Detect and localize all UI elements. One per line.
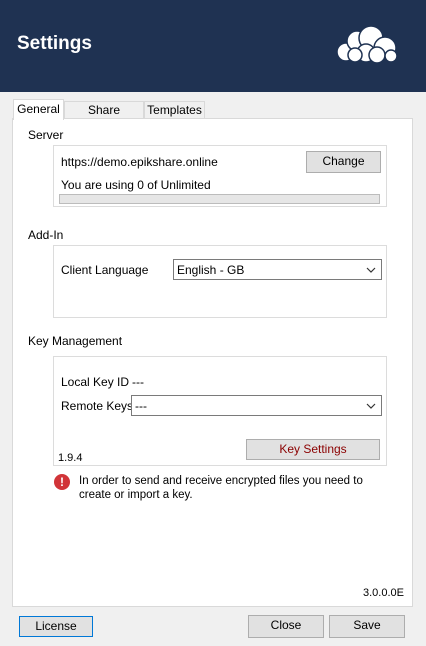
server-url: https://demo.epikshare.online — [61, 155, 218, 169]
error-icon: ! — [54, 474, 70, 490]
encryption-warning-text: In order to send and receive encrypted f… — [79, 475, 363, 501]
local-key-id-value: --- — [132, 375, 144, 389]
close-button[interactable]: Close — [248, 615, 324, 638]
client-language-label: Client Language — [61, 263, 149, 277]
license-button[interactable]: License — [19, 616, 93, 637]
client-language-value: English - GB — [177, 263, 245, 277]
chevron-down-icon — [366, 403, 376, 409]
key-settings-button[interactable]: Key Settings — [246, 439, 380, 460]
header-banner: Settings — [0, 0, 426, 92]
key-version-text: 1.9.4 — [58, 452, 83, 464]
remote-keys-label: Remote Keys — [61, 399, 134, 413]
server-section-label: Server — [28, 128, 64, 142]
addin-section-label: Add-In — [28, 228, 64, 242]
change-server-button[interactable]: Change — [306, 151, 381, 173]
tab-general[interactable]: General — [13, 99, 64, 120]
tab-share-settings[interactable]: Share Settings — [64, 101, 144, 133]
client-language-select[interactable]: English - GB — [173, 259, 382, 280]
app-version-text: 3.0.0.0E — [363, 587, 404, 599]
usage-progress-bar — [59, 194, 380, 204]
key-management-section-label: Key Management — [28, 334, 123, 348]
chevron-down-icon — [366, 267, 376, 273]
usage-text: You are using 0 of Unlimited — [61, 178, 211, 192]
remote-keys-select[interactable]: --- — [131, 395, 382, 416]
owncloud-cloud-logo-icon — [336, 25, 398, 64]
save-button[interactable]: Save — [329, 615, 405, 638]
tab-templates[interactable]: Templates — [144, 101, 205, 119]
local-key-id-label: Local Key ID — [61, 375, 130, 389]
page-title: Settings — [17, 33, 92, 54]
addin-group — [53, 245, 387, 318]
remote-keys-value: --- — [135, 399, 147, 413]
